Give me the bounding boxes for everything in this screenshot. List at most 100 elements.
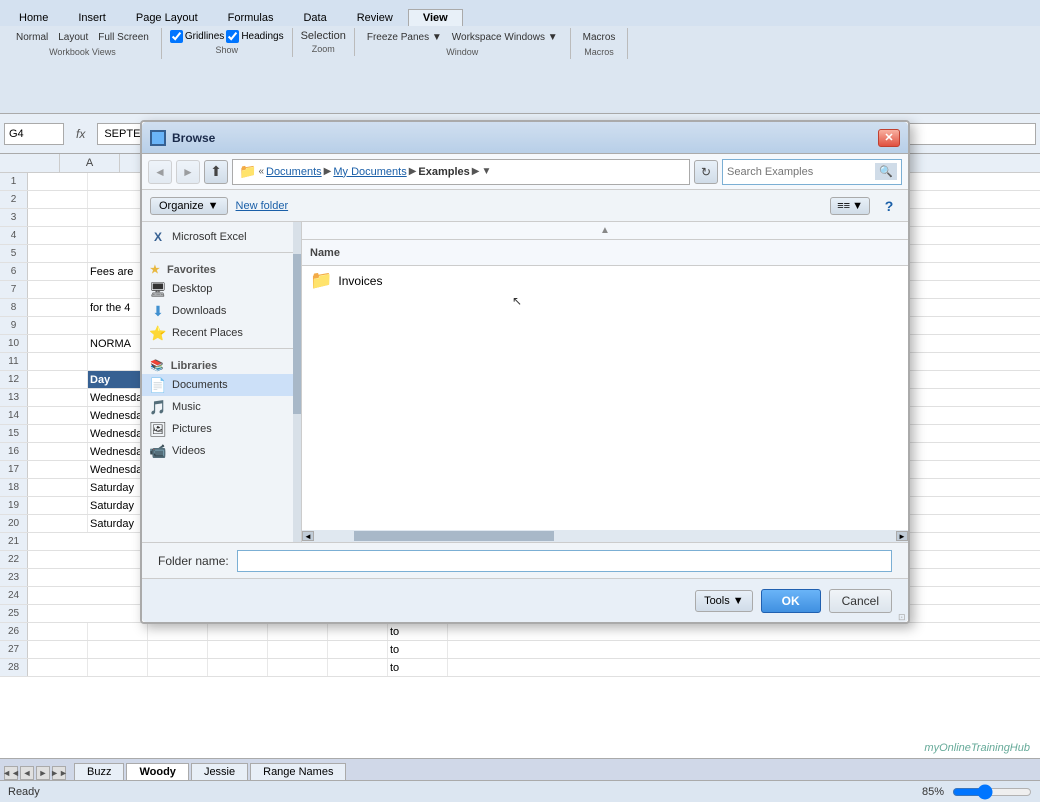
cell[interactable]: Saturday	[88, 479, 148, 496]
cell[interactable]	[28, 317, 88, 334]
cell[interactable]	[268, 641, 328, 658]
cell[interactable]: to	[388, 623, 448, 640]
up-button[interactable]: ⬆	[204, 160, 228, 184]
horizontal-scrollbar[interactable]: ◄ ►	[302, 530, 908, 542]
nav-next-sheet[interactable]: ►	[36, 766, 50, 780]
sheet-tab-woody[interactable]: Woody	[126, 763, 188, 780]
back-button[interactable]: ◄	[148, 160, 172, 184]
cell[interactable]	[28, 281, 88, 298]
search-input[interactable]	[727, 166, 875, 178]
cell[interactable]	[328, 623, 388, 640]
cell[interactable]	[88, 227, 148, 244]
tab-data[interactable]: Data	[288, 9, 341, 26]
cell[interactable]: to	[388, 641, 448, 658]
cell[interactable]	[28, 389, 88, 406]
tab-formulas[interactable]: Formulas	[213, 9, 289, 26]
sheet-tab-buzz[interactable]: Buzz	[74, 763, 124, 780]
cell[interactable]	[28, 245, 88, 262]
cancel-button[interactable]: Cancel	[829, 589, 892, 613]
scroll-right-button[interactable]: ►	[896, 531, 908, 541]
sidebar-item-music[interactable]: 🎵 Music	[142, 396, 301, 418]
cell[interactable]	[88, 353, 148, 370]
sidebar-item-recent-places[interactable]: ⭐ Recent Places	[142, 322, 301, 344]
cell-day[interactable]: Day	[88, 371, 148, 388]
headings-checkbox[interactable]	[226, 30, 239, 43]
cell[interactable]	[268, 659, 328, 676]
breadcrumb-dropdown-btn[interactable]: ▼	[481, 166, 491, 177]
cell[interactable]	[28, 497, 88, 514]
cell[interactable]	[88, 245, 148, 262]
breadcrumb-my-documents[interactable]: My Documents	[333, 166, 406, 178]
fullscreen-btn[interactable]: Full Screen	[94, 30, 153, 45]
file-list-header[interactable]: Name	[302, 240, 908, 266]
nav-first-sheet[interactable]: ◄◄	[4, 766, 18, 780]
folder-name-input[interactable]	[237, 550, 892, 572]
cell[interactable]: Saturday	[88, 497, 148, 514]
cell[interactable]	[88, 209, 148, 226]
cell[interactable]	[28, 623, 88, 640]
cell-reference-box[interactable]: G4	[4, 123, 64, 145]
cell[interactable]	[208, 659, 268, 676]
cell[interactable]	[208, 641, 268, 658]
nav-last-sheet[interactable]: ►►	[52, 766, 66, 780]
tab-home[interactable]: Home	[4, 9, 63, 26]
sidebar-item-videos[interactable]: 📹 Videos	[142, 440, 301, 462]
sheet-tab-range-names[interactable]: Range Names	[250, 763, 346, 780]
zoom-slider[interactable]	[952, 784, 1032, 800]
cell[interactable]	[88, 659, 148, 676]
gridlines-checkbox[interactable]	[170, 30, 183, 43]
dialog-close-button[interactable]: ✕	[878, 129, 900, 147]
sidebar-item-documents[interactable]: 📄 Documents	[142, 374, 301, 396]
breadcrumb-documents[interactable]: Documents	[266, 166, 322, 178]
cell[interactable]	[28, 371, 88, 388]
view-button[interactable]: ≡≡ ▼	[830, 197, 870, 215]
normal-btn[interactable]: Normal	[12, 30, 52, 45]
cell[interactable]	[148, 641, 208, 658]
cell[interactable]	[28, 425, 88, 442]
organize-button[interactable]: Organize ▼	[150, 197, 228, 215]
cell[interactable]	[88, 641, 148, 658]
cell[interactable]	[268, 623, 328, 640]
sidebar-item-downloads[interactable]: ⬇ Downloads	[142, 300, 301, 322]
tab-review[interactable]: Review	[342, 9, 408, 26]
cell[interactable]	[28, 659, 88, 676]
cell[interactable]	[28, 515, 88, 532]
cell[interactable]	[328, 659, 388, 676]
cell[interactable]: for the 4	[88, 299, 148, 316]
cell[interactable]: to	[388, 659, 448, 676]
cell[interactable]	[28, 191, 88, 208]
cell[interactable]	[28, 335, 88, 352]
resize-handle[interactable]: ⊡	[898, 612, 908, 622]
cell[interactable]	[28, 209, 88, 226]
cell[interactable]	[88, 281, 148, 298]
sidebar-item-microsoft-excel[interactable]: X Microsoft Excel	[142, 226, 301, 248]
tools-button[interactable]: Tools ▼	[695, 590, 753, 612]
macros-btn[interactable]: Macros	[579, 30, 620, 45]
cell[interactable]	[28, 479, 88, 496]
tab-page-layout[interactable]: Page Layout	[121, 9, 213, 26]
cell[interactable]	[328, 641, 388, 658]
sidebar-scrollbar[interactable]	[293, 222, 301, 542]
forward-button[interactable]: ►	[176, 160, 200, 184]
cell[interactable]	[88, 317, 148, 334]
cell[interactable]	[148, 659, 208, 676]
help-button[interactable]: ?	[878, 195, 900, 217]
cell[interactable]	[208, 623, 268, 640]
scroll-thumb[interactable]	[354, 531, 554, 541]
cell[interactable]: NORMA	[88, 335, 148, 352]
cell[interactable]	[28, 263, 88, 280]
list-item[interactable]: 📁 Invoices	[302, 266, 908, 295]
tab-view[interactable]: View	[408, 9, 463, 26]
cell[interactable]	[28, 173, 88, 190]
tab-insert[interactable]: Insert	[63, 9, 121, 26]
cell[interactable]	[28, 461, 88, 478]
sheet-tab-jessie[interactable]: Jessie	[191, 763, 248, 780]
cell[interactable]	[88, 191, 148, 208]
cell[interactable]	[28, 353, 88, 370]
cell[interactable]	[88, 173, 148, 190]
cell[interactable]	[28, 227, 88, 244]
cell[interactable]	[28, 299, 88, 316]
cell[interactable]	[28, 407, 88, 424]
cell[interactable]: Saturday	[88, 515, 148, 532]
ok-button[interactable]: OK	[761, 589, 821, 613]
